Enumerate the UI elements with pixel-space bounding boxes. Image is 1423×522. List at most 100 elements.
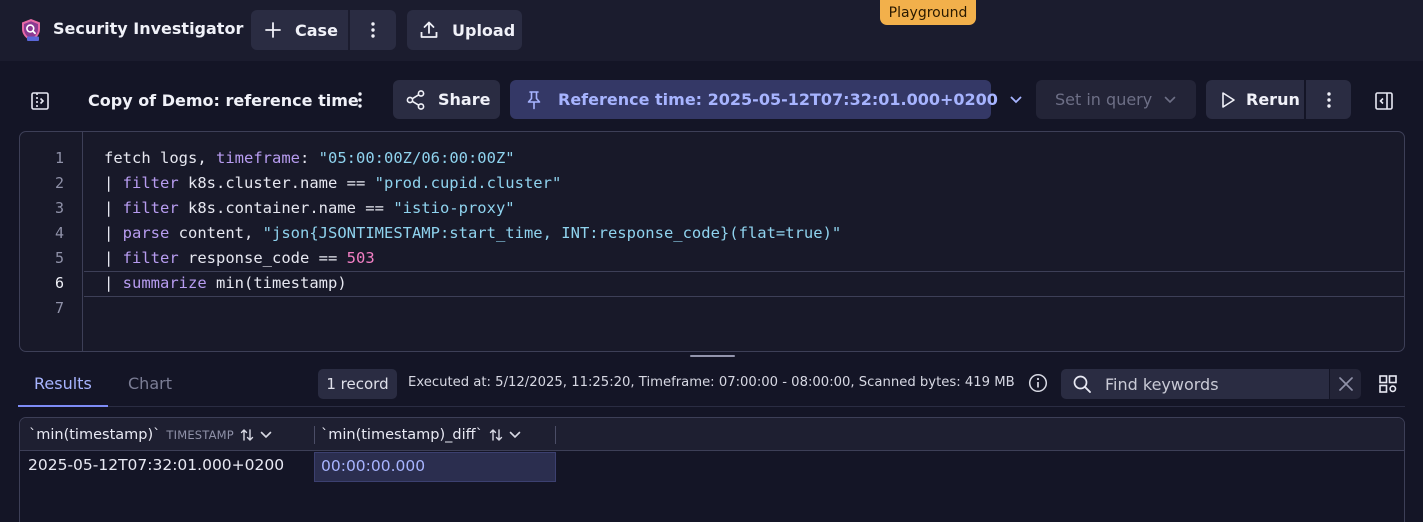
code-token: timeframe <box>216 149 300 167</box>
tabs-divider <box>18 406 1405 407</box>
search-input[interactable] <box>1105 374 1315 394</box>
rerun-more-button[interactable] <box>1306 80 1351 119</box>
selected-tab-indicator <box>18 405 108 407</box>
tab-chart[interactable]: Chart <box>128 374 172 393</box>
code-token: | <box>104 174 123 192</box>
document-more-button[interactable] <box>348 88 372 112</box>
code-token: k8s.cluster.name == <box>178 174 375 192</box>
table-cell-selected[interactable]: 00:00:00.000 <box>314 452 556 482</box>
line-number: 6 <box>54 274 64 292</box>
column-divider[interactable] <box>555 426 556 444</box>
toggle-right-panel-button[interactable] <box>1372 89 1396 113</box>
close-icon <box>1338 377 1353 391</box>
shield-search-icon <box>18 17 44 43</box>
toggle-left-panel-button[interactable] <box>28 89 52 113</box>
keyword-search[interactable] <box>1061 369 1329 399</box>
line-number: 4 <box>54 224 64 242</box>
set-in-query-button[interactable]: Set in query <box>1036 80 1196 119</box>
add-case-button[interactable]: Case <box>251 10 348 50</box>
share-button-label: Share <box>438 90 491 109</box>
code-token: parse <box>122 224 170 242</box>
sort-icon[interactable] <box>240 428 254 442</box>
upload-button[interactable]: Upload <box>407 10 522 50</box>
code-line[interactable]: | filter k8s.cluster.name == "prod.cupid… <box>104 174 561 192</box>
code-token: content, <box>169 224 263 242</box>
search-icon <box>1073 375 1091 393</box>
code-token: k8s.container.name == <box>178 199 394 217</box>
code-token: 503 <box>346 249 375 267</box>
case-more-button[interactable] <box>350 10 396 50</box>
line-number: 7 <box>54 299 64 317</box>
share-icon <box>406 89 425 110</box>
document-title[interactable]: Copy of Demo: reference time <box>88 91 359 110</box>
code-token: filter <box>122 174 179 192</box>
more-vertical-icon <box>1326 91 1331 108</box>
code-line[interactable]: | summarize min(timestamp) <box>104 274 347 292</box>
reference-time-selector[interactable]: Reference time: 2025-05-12T07:32:01.000+… <box>510 80 1022 119</box>
upload-button-label: Upload <box>452 20 516 40</box>
code-token: logs, <box>150 149 216 167</box>
column-name: `min(timestamp)` <box>29 426 161 443</box>
sidebar-right-icon <box>1375 92 1393 110</box>
environment-badge: Playground <box>880 0 976 25</box>
plus-icon <box>265 22 281 38</box>
code-token: : <box>300 149 319 167</box>
line-number: 1 <box>54 149 64 167</box>
line-number-gutter: 1 2 3 4 5 6 7 <box>20 132 83 351</box>
app-title: Security Investigator <box>53 19 244 38</box>
table-view-options-button[interactable] <box>1377 373 1399 395</box>
code-line[interactable]: fetch logs, timeframe: "05:00:00Z/06:00:… <box>104 149 515 167</box>
code-token: | <box>104 199 123 217</box>
code-token: "json{JSONTIMESTAMP:start_time, INT:resp… <box>262 224 842 242</box>
code-line[interactable]: | parse content, "json{JSONTIMESTAMP:sta… <box>104 224 841 242</box>
grid-settings-icon <box>1379 375 1397 393</box>
play-icon <box>1222 91 1235 108</box>
chevron-down-icon[interactable] <box>260 431 272 439</box>
rerun-button[interactable]: Rerun <box>1206 80 1304 119</box>
column-header-min-timestamp-diff[interactable]: `min(timestamp)_diff` <box>321 418 521 451</box>
query-editor[interactable]: 1 2 3 4 5 6 7 fetch logs, timeframe: "05:00:00… <box>19 131 1405 352</box>
more-vertical-icon <box>371 22 375 38</box>
code-token: | <box>104 224 123 242</box>
code-line[interactable]: | filter response_code == 503 <box>104 249 375 267</box>
code-token: summarize <box>122 274 207 292</box>
sort-icon[interactable] <box>489 428 503 442</box>
editor-resize-handle[interactable] <box>690 355 735 357</box>
line-number: 2 <box>54 174 64 192</box>
line-number: 3 <box>54 199 64 217</box>
code-token: | <box>104 274 123 292</box>
record-count-badge: 1 record <box>318 369 397 399</box>
sidebar-collapse-icon <box>31 92 49 110</box>
code-token: filter <box>122 249 179 267</box>
code-token: fetch <box>104 149 151 167</box>
table-cell[interactable]: 2025-05-12T07:32:01.000+0200 <box>28 456 284 474</box>
chevron-down-icon[interactable] <box>509 431 521 439</box>
results-table: `min(timestamp)` TIMESTAMP `min(timestam… <box>19 417 1405 522</box>
code-token: filter <box>122 199 179 217</box>
code-line[interactable]: | filter k8s.container.name == "istio-pr… <box>104 199 515 217</box>
tab-results[interactable]: Results <box>34 374 92 393</box>
table-header: `min(timestamp)` TIMESTAMP `min(timestam… <box>20 418 1404 451</box>
code-token: "prod.cupid.cluster" <box>374 174 562 192</box>
reference-time-label: Reference time: 2025-05-12T07:32:01.000+… <box>558 90 998 109</box>
column-header-min-timestamp[interactable]: `min(timestamp)` TIMESTAMP <box>29 418 272 451</box>
column-divider[interactable] <box>314 426 315 444</box>
code-token: "istio-proxy" <box>393 199 515 217</box>
clear-search-button[interactable] <box>1330 369 1361 399</box>
code-token: | <box>104 249 123 267</box>
more-vertical-icon <box>358 92 362 108</box>
rerun-button-label: Rerun <box>1246 90 1300 109</box>
code-token: "05:00:00Z/06:00:00Z" <box>318 149 515 167</box>
column-type: TIMESTAMP <box>166 427 234 442</box>
case-button-label: Case <box>295 20 338 40</box>
chevron-down-icon <box>1164 96 1176 103</box>
upload-icon <box>420 21 438 38</box>
set-in-query-label: Set in query <box>1055 90 1153 109</box>
info-icon[interactable] <box>1028 373 1048 393</box>
line-number: 5 <box>54 249 64 267</box>
code-token: response_code == <box>178 249 347 267</box>
column-name: `min(timestamp)_diff` <box>321 426 483 443</box>
share-button[interactable]: Share <box>393 80 500 119</box>
pin-icon <box>527 90 541 109</box>
table-cell-value: 00:00:00.000 <box>321 457 426 475</box>
